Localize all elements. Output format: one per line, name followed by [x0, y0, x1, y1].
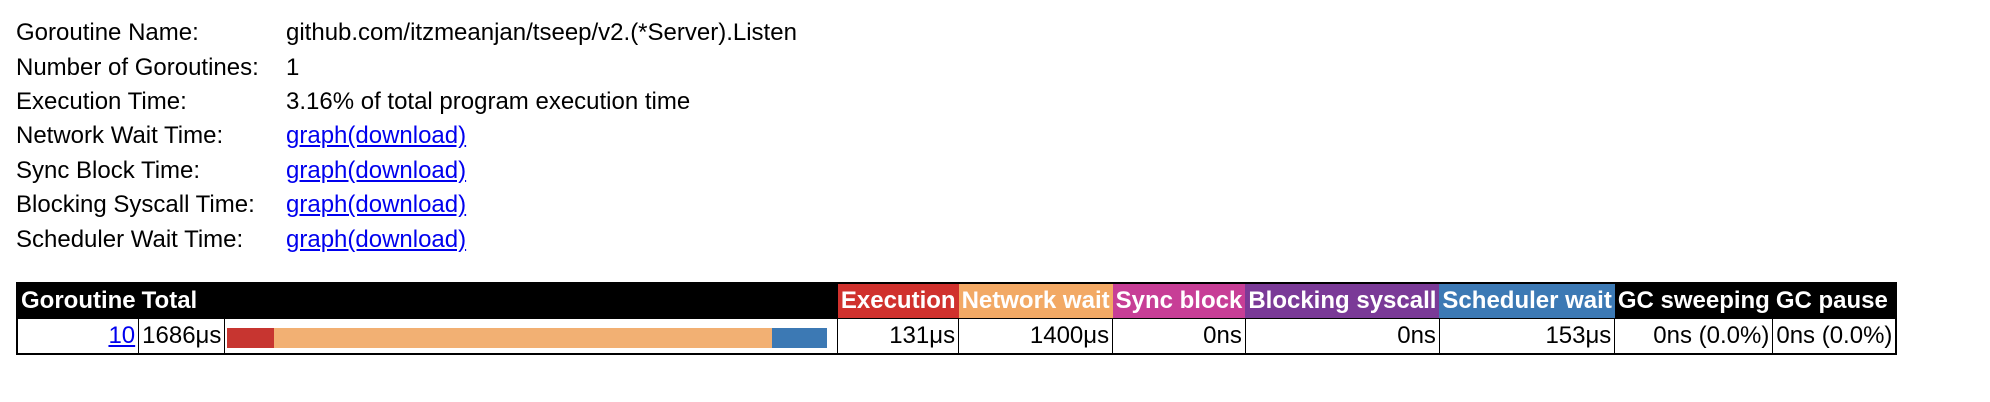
gc-sweeping-cell: 0ns (0.0%)	[1614, 318, 1774, 355]
info-value-cell: 1	[286, 50, 797, 84]
header-goroutine: Goroutine	[17, 283, 139, 319]
info-value: github.com/itzmeanjan/tseep/v2.(*Server)…	[286, 19, 797, 47]
bar-segment-execution	[227, 327, 274, 348]
info-key: Blocking Syscall Time:	[16, 191, 255, 219]
info-row: Goroutine Name: github.com/itzmeanjan/tse…	[16, 16, 797, 50]
info-value: 3.16% of total program execution time	[286, 87, 691, 115]
info-row: Sync Block Time: graph(download)	[16, 154, 797, 188]
goroutine-info-table: Goroutine Name: github.com/itzmeanjan/tse…	[16, 16, 797, 257]
header-scheduler-wait: Scheduler wait	[1439, 283, 1615, 319]
goroutine-id-link[interactable]: 10	[108, 322, 135, 349]
info-value-cell: github.com/itzmeanjan/tseep/v2.(*Server)…	[286, 16, 797, 50]
header-gc-pause: GC pause	[1772, 283, 1897, 319]
info-key: Execution Time:	[16, 87, 187, 115]
info-row: Number of Goroutines: 1	[16, 50, 797, 84]
graph-download-link[interactable]: graph(download)	[286, 226, 466, 253]
header-gc-sweeping: GC sweeping	[1614, 283, 1773, 319]
info-key: Goroutine Name:	[16, 19, 199, 47]
goroutine-id-cell: 10	[16, 318, 140, 355]
info-key: Sync Block Time:	[16, 156, 201, 184]
header-network-wait: Network wait	[958, 283, 1113, 319]
info-key: Scheduler Wait Time:	[16, 225, 244, 253]
gc-pause-cell: 0ns (0.0%)	[1772, 318, 1897, 355]
info-value-cell: graph(download)	[286, 222, 797, 256]
header-execution: Execution	[837, 283, 959, 319]
blocking-syscall-cell: 0ns	[1244, 318, 1440, 355]
info-value-cell: graph(download)	[286, 154, 797, 188]
graph-download-link[interactable]: graph(download)	[286, 122, 466, 149]
time-breakdown-bar-cell	[224, 318, 839, 355]
execution-cell: 131μs	[837, 318, 960, 355]
header-bar-spacer	[224, 283, 838, 319]
info-value-cell: graph(download)	[286, 119, 797, 153]
info-value: 1	[286, 53, 300, 81]
info-row: Network Wait Time: graph(download)	[16, 119, 797, 153]
time-breakdown-bar	[227, 327, 827, 348]
graph-download-link[interactable]: graph(download)	[286, 157, 466, 184]
network-wait-cell: 1400μs	[958, 318, 1114, 355]
table-row: 10 1686μs 131μs 1400μs 0ns 0ns 153μs 0ns…	[16, 318, 1897, 355]
total-cell: 1686μs	[138, 318, 226, 355]
info-value-cell: 3.16% of total program execution time	[286, 85, 797, 119]
header-sync-block: Sync block	[1112, 283, 1246, 319]
summary-header-row: Goroutine Total Execution Network wait S…	[17, 283, 1897, 319]
info-row: Scheduler Wait Time: graph(download)	[16, 222, 797, 256]
summary-header: Goroutine Total Execution Network wait S…	[17, 283, 1897, 319]
header-blocking-syscall: Blocking syscall	[1245, 283, 1440, 319]
bar-segment-scheduler-wait	[772, 327, 827, 348]
info-key: Network Wait Time:	[16, 122, 224, 150]
header-total: Total	[138, 283, 225, 319]
goroutine-info-body: Goroutine Name: github.com/itzmeanjan/tse…	[16, 16, 797, 257]
goroutine-summary-table: Goroutine Total Execution Network wait S…	[16, 282, 1898, 355]
bar-segment-network-wait	[273, 327, 773, 348]
info-key: Number of Goroutines:	[16, 53, 259, 81]
graph-download-link[interactable]: graph(download)	[286, 191, 466, 218]
info-value-cell: graph(download)	[286, 188, 797, 222]
scheduler-wait-cell: 153μs	[1438, 318, 1616, 355]
info-row: Blocking Syscall Time: graph(download)	[16, 188, 797, 222]
info-row: Execution Time: 3.16% of total program ex…	[16, 85, 797, 119]
summary-body: 10 1686μs 131μs 1400μs 0ns 0ns 153μs 0ns…	[16, 318, 1897, 355]
sync-block-cell: 0ns	[1112, 318, 1246, 355]
